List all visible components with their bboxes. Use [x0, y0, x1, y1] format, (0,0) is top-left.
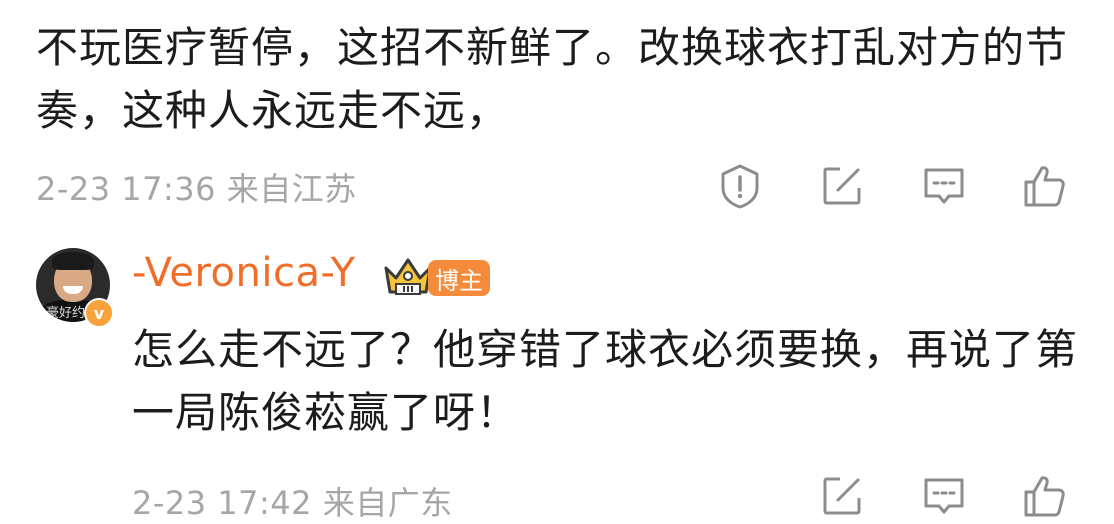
comment-button[interactable] — [918, 160, 970, 212]
report-button[interactable] — [714, 160, 766, 212]
reply-username[interactable]: -Veronica-Y — [132, 250, 356, 296]
share-button[interactable] — [816, 160, 868, 212]
like-icon — [1024, 476, 1065, 517]
like-button[interactable] — [1018, 160, 1070, 212]
comment-thread: 不玩医疗暂停，这招不新鲜了。改换球衣打乱对方的节奏，这种人永远走不远， 2-23… — [0, 0, 1114, 524]
verified-badge: v — [84, 298, 114, 328]
avatar-watermark: 豪好约 — [46, 306, 86, 321]
reply-meta: 2-23 17:42 来自广东 — [132, 478, 453, 524]
share-icon — [823, 477, 861, 515]
comment-time: 2-23 17:36 — [36, 170, 217, 208]
reply-text: 怎么走不远了？他穿错了球衣必须要换，再说了第一局陈俊菘赢了呀！ — [132, 325, 1079, 437]
comment-icon — [924, 478, 964, 514]
comment-meta: 2-23 17:36 来自江苏 — [36, 164, 357, 210]
like-icon — [1024, 166, 1065, 207]
reply-time: 2-23 17:42 — [132, 484, 313, 522]
reply-location: 来自广东 — [322, 484, 453, 522]
comment-text: 不玩医疗暂停，这招不新鲜了。改换球衣打乱对方的节奏，这种人永远走不远， — [36, 23, 1069, 135]
share-icon — [823, 167, 861, 205]
blogger-badge: 博主 — [428, 260, 490, 296]
comment-icon — [924, 168, 964, 204]
report-icon — [721, 164, 759, 209]
comment-location: 来自江苏 — [226, 170, 357, 208]
reply-like-button[interactable] — [1018, 470, 1070, 522]
reply-comment-button[interactable] — [918, 470, 970, 522]
reply-share-button[interactable] — [816, 470, 868, 522]
